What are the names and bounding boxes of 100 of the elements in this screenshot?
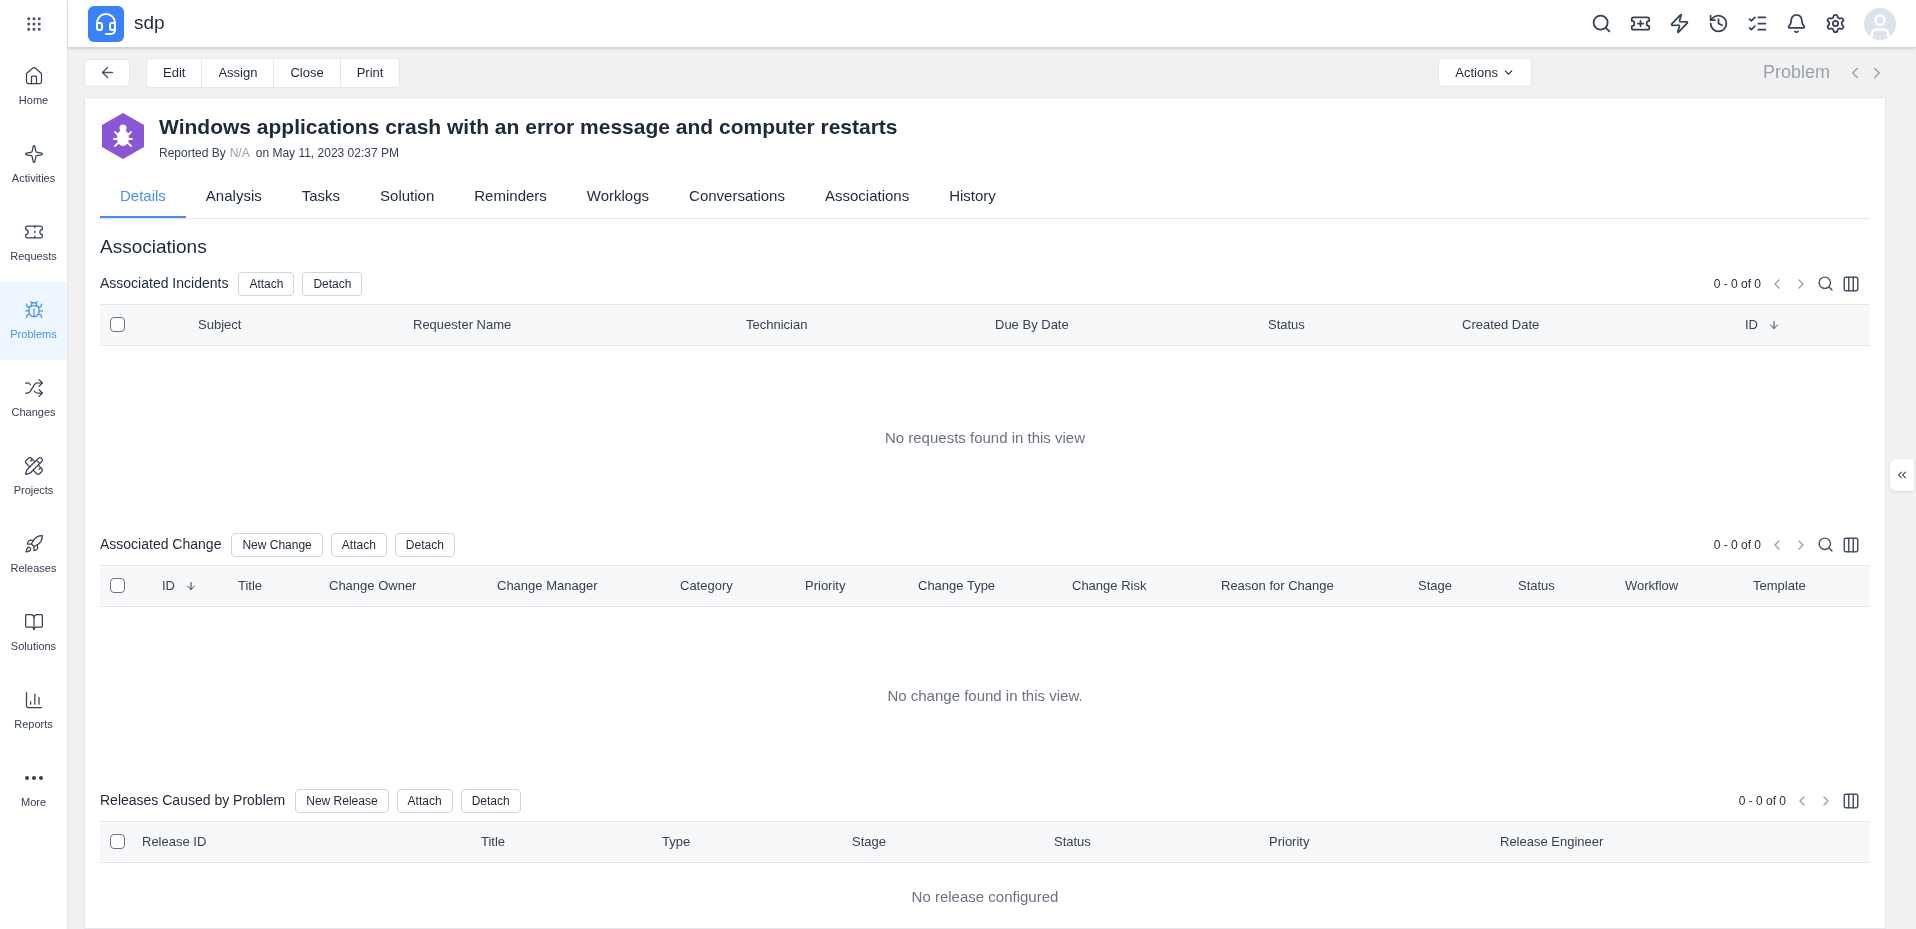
section-title: Associations [100, 235, 208, 259]
tab[interactable]: Reminders [454, 176, 567, 218]
double-chevron-icon [1895, 468, 1909, 482]
tab[interactable]: Analysis [185, 176, 282, 218]
notifications-icon[interactable] [1786, 13, 1807, 34]
toolbar-button[interactable]: Edit [147, 58, 203, 87]
column-header[interactable]: Template [1753, 575, 1806, 596]
column-header[interactable]: Status [1518, 575, 1555, 596]
sort-arrow-icon[interactable] [1768, 318, 1780, 331]
bar-chart-icon [23, 689, 44, 710]
column-header[interactable]: Release ID [142, 831, 207, 852]
book-icon [23, 611, 44, 632]
column-header[interactable]: Title [238, 575, 263, 596]
empty-state-message: No requests found in this view [884, 427, 1086, 448]
app-name: sdp [134, 11, 165, 36]
column-header[interactable]: ID [1745, 314, 1758, 335]
sidebar-item[interactable]: Projects [0, 438, 67, 516]
table-action-button[interactable]: Detach [394, 532, 455, 557]
column-settings-icon[interactable] [1842, 274, 1860, 293]
column-header[interactable]: Status [1268, 314, 1305, 335]
actions-dropdown[interactable]: Actions [1438, 58, 1532, 87]
empty-state-message: No change found in this view. [887, 686, 1083, 707]
module-label: Problem [1762, 61, 1830, 84]
search-icon[interactable] [1591, 13, 1612, 34]
tab[interactable]: Conversations [669, 176, 805, 218]
search-icon[interactable] [1817, 536, 1834, 553]
tab[interactable]: Worklogs [566, 176, 670, 218]
select-all-checkbox[interactable] [110, 317, 125, 332]
bug-icon [23, 299, 44, 320]
tab[interactable]: History [929, 176, 1016, 218]
sidebar-item[interactable]: Changes [0, 360, 67, 438]
sidebar-item[interactable]: Home [0, 48, 67, 126]
select-all-checkbox[interactable] [110, 834, 125, 849]
table-action-button[interactable]: Attach [396, 788, 453, 813]
tab[interactable]: Tasks [281, 176, 361, 218]
pager-text: 0 - 0 of 0 [1713, 275, 1761, 293]
table-action-button[interactable]: Detach [302, 271, 363, 296]
toolbar-button[interactable]: Close [274, 58, 341, 87]
column-header[interactable]: Priority [1269, 831, 1310, 852]
column-header[interactable]: Technician [746, 314, 808, 335]
history-icon[interactable] [1708, 13, 1729, 34]
column-settings-icon[interactable] [1842, 791, 1860, 810]
column-header[interactable]: Due By Date [995, 314, 1069, 335]
sidebar-item[interactable]: Releases [0, 516, 67, 594]
column-settings-icon[interactable] [1842, 535, 1860, 554]
column-header[interactable]: Category [680, 575, 733, 596]
sort-arrow-icon[interactable] [185, 579, 197, 592]
house-icon [23, 65, 44, 86]
column-header[interactable]: Change Risk [1072, 575, 1147, 596]
search-icon[interactable] [1817, 275, 1834, 292]
reported-date: on May 11, 2023 02:37 PM [255, 145, 399, 162]
bug-hexagon-icon [101, 112, 145, 160]
back-button[interactable] [84, 58, 130, 87]
table-action-button[interactable]: New Release [295, 788, 389, 813]
column-header[interactable]: Change Type [918, 575, 996, 596]
shuffle-icon [23, 377, 44, 398]
sidebar-item[interactable]: Reports [0, 672, 67, 750]
column-header[interactable]: ID [162, 575, 175, 596]
column-header[interactable]: Change Owner [329, 575, 417, 596]
pencil-ruler-icon [23, 455, 44, 476]
column-header[interactable]: Title [481, 831, 506, 852]
column-header[interactable]: Reason for Change [1221, 575, 1334, 596]
pager-text: 0 - 0 of 0 [1738, 792, 1786, 810]
table-action-button[interactable]: Detach [460, 788, 521, 813]
table-action-button[interactable]: Attach [238, 271, 295, 296]
more-icon [24, 775, 43, 780]
tab[interactable]: Solution [360, 176, 455, 218]
column-header[interactable]: Priority [805, 575, 846, 596]
column-header[interactable]: Type [662, 831, 691, 852]
section-heading: Releases Caused by Problem [100, 791, 286, 810]
lightning-icon[interactable] [1669, 13, 1690, 34]
problem-title: Windows applications crash with an error message and computer restarts [159, 114, 898, 140]
sidebar-item[interactable]: More [0, 750, 67, 828]
column-header[interactable]: Release Engineer [1500, 831, 1604, 852]
settings-icon[interactable] [1825, 13, 1846, 34]
column-header[interactable]: Subject [198, 314, 242, 335]
headset-icon [94, 11, 118, 36]
sidebar-item[interactable]: Solutions [0, 594, 67, 672]
toolbar-button[interactable]: Print [340, 58, 400, 87]
column-header[interactable]: Workflow [1625, 575, 1679, 596]
column-header[interactable]: Stage [1418, 575, 1452, 596]
toolbar-button[interactable]: Assign [202, 58, 275, 87]
table-action-button[interactable]: New Change [231, 532, 323, 557]
column-header[interactable]: Created Date [1462, 314, 1540, 335]
star-icon [23, 143, 44, 164]
section-heading: Associated Change [100, 535, 222, 554]
select-all-checkbox[interactable] [110, 578, 125, 593]
rocket-icon [23, 533, 44, 554]
sidebar-item[interactable]: Activities [0, 126, 67, 204]
table-action-button[interactable]: Attach [330, 532, 387, 557]
column-header[interactable]: Requester Name [413, 314, 512, 335]
app-grid-icon[interactable] [24, 15, 43, 33]
column-header[interactable]: Stage [852, 831, 886, 852]
column-header[interactable]: Status [1054, 831, 1091, 852]
sidebar-item[interactable]: Requests [0, 204, 67, 282]
column-header[interactable]: Change Manager [497, 575, 598, 596]
tab[interactable]: Associations [804, 176, 930, 218]
section-heading: Associated Incidents [100, 274, 229, 293]
collapse-panel-button[interactable] [1890, 459, 1914, 491]
app-logo[interactable] [88, 5, 124, 42]
